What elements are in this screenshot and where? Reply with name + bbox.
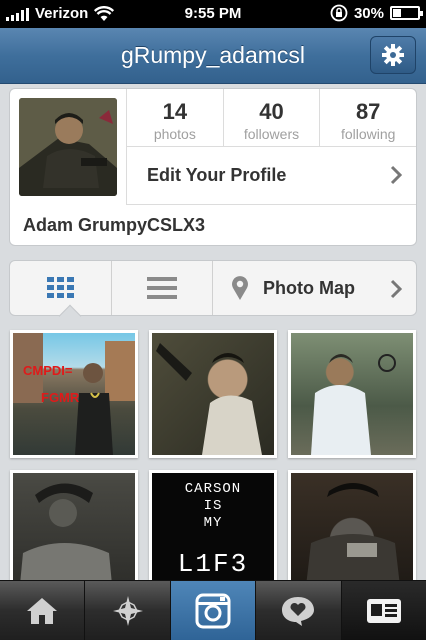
list-icon (147, 277, 177, 299)
gear-icon (382, 44, 404, 66)
chevron-right-icon (390, 279, 402, 299)
activity-icon (282, 596, 315, 626)
tab-camera[interactable] (169, 581, 256, 640)
navigation-bar: gRumpy_adamcsl (0, 28, 426, 84)
tab-activity[interactable] (255, 581, 340, 640)
selected-notch (58, 304, 82, 328)
battery-icon (390, 6, 423, 20)
stat-followers[interactable]: 40 followers (222, 89, 320, 146)
grid-icon (46, 277, 74, 298)
username-title: gRumpy_adamcsl (120, 42, 306, 68)
profile-card: 14 photos 40 followers 87 following Edit… (9, 88, 417, 246)
rotation-lock-icon (330, 4, 348, 22)
stat-photos-label: photos (153, 126, 196, 142)
photo-grid: CMPDI= FGMR CARSON IS MY L1F3 (10, 330, 416, 598)
battery-group: 30% (330, 4, 423, 22)
avatar[interactable] (19, 98, 117, 196)
status-bar: Verizon 9:55 PM 30% (0, 0, 426, 28)
battery-percent: 30% (353, 4, 384, 22)
tab-profile[interactable] (340, 581, 426, 640)
grid-view-tab[interactable] (10, 261, 111, 328)
stat-photos-count: 14 (162, 99, 188, 124)
view-switcher: Photo Map (9, 260, 417, 328)
photo-thumbnail[interactable]: CMPDI= FGMR (10, 330, 138, 458)
map-pin-icon (232, 276, 248, 300)
photo-scribble: CMPDI= FGMR (23, 363, 80, 405)
photo-thumbnail[interactable] (288, 470, 416, 598)
edit-profile-button[interactable]: Edit Your Profile (126, 147, 416, 205)
explore-icon (112, 595, 143, 626)
tab-bar (0, 580, 426, 640)
photo-caption-lines: CARSON IS MY (184, 481, 242, 531)
stat-following-label: following (340, 126, 396, 142)
stat-following[interactable]: 87 following (319, 89, 416, 146)
stat-following-count: 87 (355, 99, 381, 124)
photo-caption-big: L1F3 (177, 549, 249, 579)
photo-map-tab[interactable]: Photo Map (212, 261, 416, 315)
photo-thumbnail[interactable] (10, 470, 138, 598)
photo-thumbnail[interactable] (288, 330, 416, 458)
photo-thumbnail[interactable]: CARSON IS MY L1F3 (149, 470, 277, 598)
stat-photos[interactable]: 14 photos (126, 89, 223, 146)
full-name: Adam GrumpyCSLX3 (23, 215, 206, 235)
home-icon (27, 597, 58, 624)
settings-button[interactable] (370, 36, 416, 74)
tab-home[interactable] (0, 581, 84, 640)
list-view-tab[interactable] (111, 261, 212, 315)
stats-row: 14 photos 40 followers 87 following (126, 89, 416, 147)
camera-icon (195, 593, 231, 628)
edit-profile-label: Edit Your Profile (147, 165, 287, 185)
chevron-right-icon (390, 165, 402, 185)
photo-map-label: Photo Map (263, 277, 355, 298)
stat-followers-label: followers (243, 126, 300, 142)
stat-followers-count: 40 (259, 99, 284, 124)
tab-explore[interactable] (84, 581, 169, 640)
photo-thumbnail[interactable] (149, 330, 277, 458)
profile-icon (366, 598, 401, 623)
